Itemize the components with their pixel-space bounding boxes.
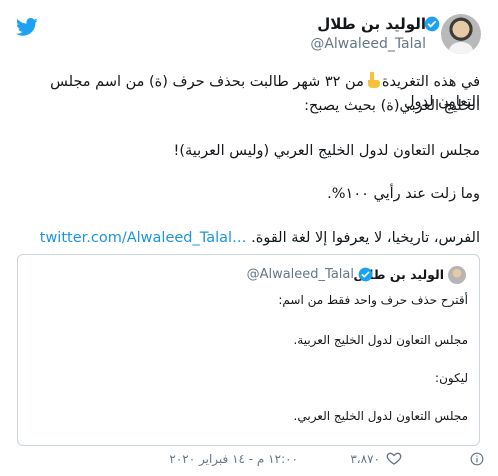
- info-icon[interactable]: [470, 452, 484, 466]
- tweet-line-5-text: الفرس، تاريخيا، لا يعرفوا إلا لغة القوة.: [251, 230, 480, 246]
- tweet-link[interactable]: twitter.com/Alwaleed_Talal…: [40, 230, 247, 246]
- tweet-line-5: الفرس، تاريخيا، لا يعرفوا إلا لغة القوة.…: [14, 228, 480, 248]
- author-name[interactable]: الوليد بن طلال: [317, 14, 426, 34]
- verified-badge-icon: [424, 16, 440, 32]
- like-count: ٣،٨٧٠: [350, 452, 380, 466]
- author-avatar[interactable]: [441, 14, 481, 54]
- twitter-bird-icon[interactable]: [14, 16, 40, 38]
- quoted-line-2: مجلس التعاون لدول الخليج العربية.: [293, 333, 468, 347]
- quoted-author-handle: @Alwaleed_Talal: [246, 267, 354, 282]
- pointing-down-hand-emoji: [366, 72, 380, 92]
- tweet-line-1-start: في هذه التغريدة: [381, 74, 480, 90]
- quoted-line-1: أقترح حذف حرف واحد فقط من اسم:: [278, 293, 468, 307]
- tweet-timestamp[interactable]: ١٢:٠٠ م - ١٤ فبراير ٢٠٢٠: [169, 452, 298, 466]
- heart-icon[interactable]: [386, 450, 402, 466]
- author-handle[interactable]: @Alwaleed_Talal: [310, 35, 426, 53]
- tweet-line-3: مجلس التعاون لدول الخليج العربي (وليس ال…: [173, 143, 480, 159]
- tweet-line-2: الخليج العربي(ة) بحيث يصبح:: [304, 98, 480, 114]
- quoted-line-3: ليكون:: [435, 371, 468, 385]
- quoted-author-avatar: [448, 266, 466, 284]
- quoted-verified-badge-icon: [358, 267, 373, 282]
- quoted-line-4: مجلس التعاون لدول الخليج العربي.: [293, 409, 468, 423]
- tweet-line-4: وما زلت عند رأيي ١٠٠%.: [327, 186, 480, 202]
